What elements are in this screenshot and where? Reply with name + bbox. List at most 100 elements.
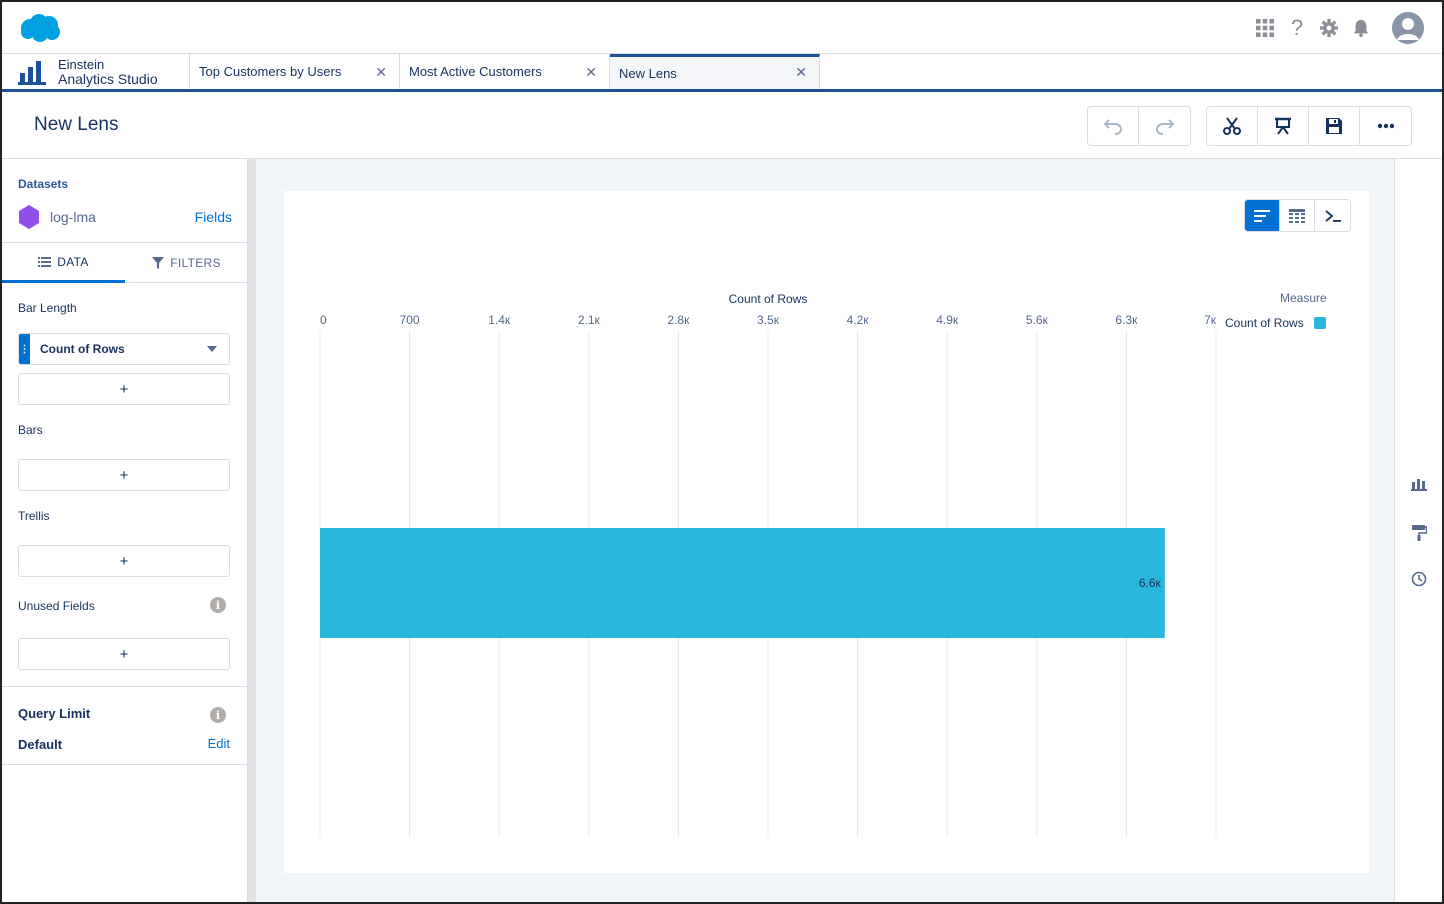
x-tick-label: 3.5к xyxy=(757,313,780,327)
edit-query-limit-link[interactable]: Edit xyxy=(208,736,230,751)
add-trellis-button[interactable]: + xyxy=(18,545,230,577)
chart-type-button[interactable] xyxy=(1411,477,1429,495)
present-button[interactable] xyxy=(1258,107,1309,145)
dataset-row: log-lma Fields xyxy=(18,205,232,229)
present-icon xyxy=(1275,117,1291,135)
query-limit-label: Query Limit xyxy=(18,706,91,721)
x-tick-label: 7к xyxy=(1204,313,1217,327)
chevron-down-icon[interactable] xyxy=(207,346,217,352)
bars-label: Bars xyxy=(18,423,43,437)
tab-top-customers-by-users[interactable]: Top Customers by Users ✕ xyxy=(190,54,400,89)
chart-canvas-area: Count of Rows 0 700 1.4к 2.1к 2.8к 3.5к 4.2к 4.9… xyxy=(256,159,1394,902)
lens-header: New Lens xyxy=(2,92,1442,159)
tab-new-lens[interactable]: New Lens ✕ xyxy=(610,54,820,89)
add-plus-icon: + xyxy=(119,645,129,663)
save-icon xyxy=(1326,118,1342,134)
close-tab-icon[interactable]: ✕ xyxy=(585,64,597,81)
add-plus-icon: + xyxy=(119,380,129,398)
section-divider xyxy=(2,764,248,765)
x-tick-label: 4.2к xyxy=(847,313,870,327)
info-icon[interactable]: i xyxy=(210,707,226,723)
close-tab-icon[interactable]: ✕ xyxy=(375,64,387,81)
page-title: New Lens xyxy=(34,114,119,135)
drag-handle-icon[interactable]: ⋮ xyxy=(19,334,30,364)
section-divider xyxy=(2,686,248,687)
add-unused-field-button[interactable]: + xyxy=(18,638,230,670)
x-tick-label: 5.6к xyxy=(1026,313,1049,327)
x-tick-label: 0 xyxy=(320,313,327,327)
app-launcher-icon[interactable] xyxy=(1256,17,1274,39)
measure-pill-label: Count of Rows xyxy=(40,342,125,356)
list-icon xyxy=(38,256,52,267)
x-tick-label: 6.3к xyxy=(1115,313,1138,327)
app-brand[interactable]: Einstein Analytics Studio xyxy=(2,54,190,89)
save-button[interactable] xyxy=(1309,107,1360,145)
measure-pill-count-of-rows[interactable]: ⋮ Count of Rows xyxy=(18,333,230,365)
filter-funnel-icon xyxy=(152,257,165,269)
global-header: ? xyxy=(2,2,1442,54)
legend-item[interactable]: Count of Rows xyxy=(1225,316,1326,330)
workspace-tab-bar: Einstein Analytics Studio Top Customers … xyxy=(2,54,1442,92)
global-actions: ? xyxy=(1256,12,1424,44)
legend-title: Measure xyxy=(1280,291,1327,305)
panel-tabs: DATA FILTERS xyxy=(2,242,248,283)
clip-scissors-icon xyxy=(1223,117,1241,135)
lens-config-panel: Datasets log-lma Fields DATA FILTERS Bar… xyxy=(2,159,248,902)
add-measure-button[interactable]: + xyxy=(18,373,230,405)
more-actions-button[interactable] xyxy=(1360,107,1411,145)
clip-button[interactable] xyxy=(1207,107,1258,145)
x-tick-label: 1.4к xyxy=(488,313,511,327)
tab-data-label: DATA xyxy=(57,254,89,269)
legend-item-label: Count of Rows xyxy=(1225,316,1304,330)
trellis-label: Trellis xyxy=(18,509,50,523)
salesforce-cloud-logo[interactable] xyxy=(18,12,62,44)
app-name-line2: Analytics Studio xyxy=(58,70,158,87)
fields-link[interactable]: Fields xyxy=(195,209,232,225)
undo-icon xyxy=(1103,119,1123,135)
tab-data[interactable]: DATA xyxy=(2,243,125,283)
tab-most-active-customers[interactable]: Most Active Customers ✕ xyxy=(400,54,610,89)
help-icon[interactable]: ? xyxy=(1288,15,1306,40)
tab-label: New Lens xyxy=(619,65,677,81)
tab-label: Top Customers by Users xyxy=(199,64,342,79)
user-avatar-icon[interactable] xyxy=(1392,12,1424,44)
x-tick-label: 4.9к xyxy=(936,313,959,327)
datasets-label: Datasets xyxy=(18,177,69,191)
redo-button[interactable] xyxy=(1139,107,1190,145)
tab-filters-label: FILTERS xyxy=(170,256,221,270)
dataset-hexagon-icon xyxy=(19,205,39,229)
close-tab-icon[interactable]: ✕ xyxy=(795,64,807,81)
x-axis-title: Count of Rows xyxy=(729,292,808,306)
notifications-bell-icon[interactable] xyxy=(1352,17,1370,39)
undo-button[interactable] xyxy=(1088,107,1139,145)
query-limit-value: Default xyxy=(18,737,63,752)
setup-gear-icon[interactable] xyxy=(1320,17,1338,39)
format-paint-icon xyxy=(1412,525,1428,541)
format-button[interactable] xyxy=(1411,524,1429,542)
lens-actions-group xyxy=(1206,106,1412,146)
tab-label: Most Active Customers xyxy=(409,64,542,79)
chart-type-icon xyxy=(1411,479,1427,491)
x-tick-label: 2.1к xyxy=(578,313,601,327)
add-plus-icon: + xyxy=(119,552,129,570)
add-bars-button[interactable]: + xyxy=(18,459,230,491)
x-tick-label: 2.8к xyxy=(667,313,690,327)
app-window: ? Einstein Analytics Studio Top Customer… xyxy=(0,0,1444,904)
app-name-line1: Einstein xyxy=(58,56,105,72)
history-clock-icon xyxy=(1411,571,1427,587)
analytics-bar-chart-icon xyxy=(18,60,46,85)
bar-length-label: Bar Length xyxy=(18,301,77,315)
info-icon[interactable]: i xyxy=(210,597,226,613)
panel-scrollbar[interactable] xyxy=(248,159,256,902)
history-button[interactable] xyxy=(1411,571,1429,589)
x-tick-label: 700 xyxy=(400,313,420,327)
right-rail xyxy=(1394,159,1442,902)
undo-redo-group xyxy=(1087,106,1191,146)
dataset-name[interactable]: log-lma xyxy=(50,209,96,225)
chart-card: Count of Rows 0 700 1.4к 2.1к 2.8к 3.5к 4.2к 4.9… xyxy=(284,191,1369,873)
legend-swatch xyxy=(1313,317,1326,329)
bar xyxy=(320,528,1165,638)
more-actions-icon xyxy=(1377,123,1394,129)
tab-filters[interactable]: FILTERS xyxy=(125,243,248,283)
bar-data-label: 6.6к xyxy=(1139,576,1162,590)
